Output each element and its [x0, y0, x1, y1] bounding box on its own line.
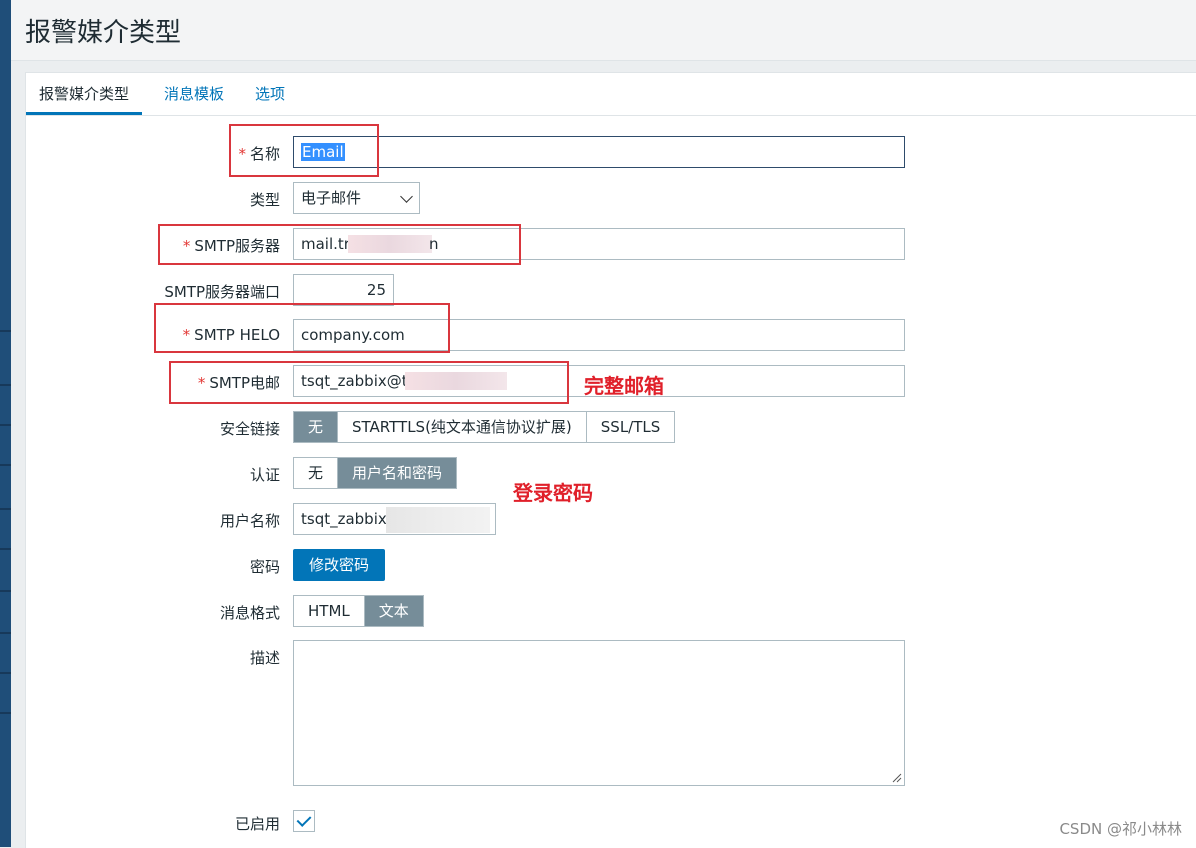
format-option-html[interactable]: HTML — [294, 596, 365, 626]
annotation-box-smtp-server — [158, 224, 521, 265]
watermark: CSDN @祁小林林 — [1059, 820, 1182, 838]
sidebar-divider — [0, 548, 11, 550]
page-header: 报警媒介类型 — [11, 0, 1196, 61]
auth-option-username-password[interactable]: 用户名和密码 — [338, 458, 457, 488]
password-label: 密码 — [249, 558, 280, 576]
auth-option-none[interactable]: 无 — [294, 458, 339, 488]
sidebar-divider — [0, 672, 11, 674]
tab-media-type[interactable]: 报警媒介类型 — [26, 73, 143, 115]
tab-options[interactable]: 选项 — [242, 73, 298, 113]
auth-segmented-control: 无 用户名和密码 — [293, 457, 458, 489]
enabled-checkbox[interactable] — [293, 810, 315, 832]
sidebar-divider — [0, 464, 11, 466]
change-password-button[interactable]: 修改密码 — [293, 549, 386, 581]
description-textarea[interactable] — [293, 640, 905, 786]
smtp-port-label: SMTP服务器端口 — [164, 283, 280, 301]
sidebar-divider — [0, 508, 11, 510]
format-option-text[interactable]: 文本 — [364, 596, 423, 626]
chevron-down-icon — [400, 190, 413, 203]
sidebar-divider — [0, 330, 11, 332]
sidebar-divider — [0, 632, 11, 634]
redaction-blur — [386, 507, 490, 533]
security-segmented-control: 无 STARTTLS(纯文本通信协议扩展) SSL/TLS — [293, 411, 676, 443]
enabled-label: 已启用 — [234, 815, 280, 833]
security-label: 安全链接 — [219, 420, 280, 438]
annotation-box-smtp-helo — [154, 303, 450, 353]
resize-handle-icon[interactable] — [892, 773, 902, 783]
tab-bar: 报警媒介类型 消息模板 选项 — [26, 73, 1196, 116]
sidebar-divider — [0, 384, 11, 386]
type-select[interactable]: 电子邮件 — [293, 182, 420, 214]
sidebar-divider — [0, 424, 11, 426]
tab-message-templates[interactable]: 消息模板 — [151, 73, 237, 113]
left-sidebar — [0, 0, 11, 847]
security-option-starttls[interactable]: STARTTLS(纯文本通信协议扩展) — [338, 412, 587, 442]
sidebar-divider — [0, 590, 11, 592]
name-input[interactable]: Email — [293, 136, 905, 168]
message-format-label: 消息格式 — [219, 604, 280, 622]
security-option-none[interactable]: 无 — [294, 412, 339, 442]
message-format-segmented-control: HTML 文本 — [293, 595, 424, 627]
annotation-box-name — [229, 124, 379, 177]
annotation-login-password: 登录密码 — [513, 481, 593, 505]
security-option-ssl-tls[interactable]: SSL/TLS — [586, 412, 675, 442]
smtp-port-input[interactable]: 25 — [293, 274, 394, 306]
annotation-full-email: 完整邮箱 — [584, 374, 664, 398]
auth-label: 认证 — [249, 466, 280, 484]
page-title: 报警媒介类型 — [25, 18, 182, 48]
description-label: 描述 — [249, 649, 280, 667]
username-label: 用户名称 — [219, 512, 280, 530]
sidebar-divider — [0, 712, 11, 714]
type-label: 类型 — [249, 191, 280, 209]
check-icon — [296, 812, 312, 827]
annotation-box-smtp-email — [169, 361, 569, 404]
